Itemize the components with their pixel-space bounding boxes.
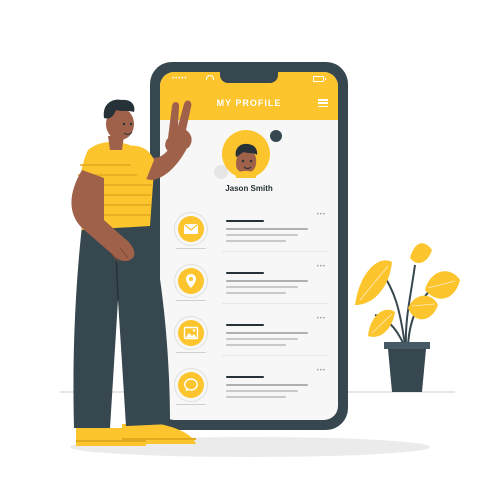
text-line bbox=[226, 384, 308, 386]
more-dots-icon[interactable]: ••• bbox=[317, 368, 326, 374]
leaf bbox=[410, 243, 432, 264]
text-line bbox=[226, 272, 264, 274]
row-divider bbox=[222, 355, 328, 356]
wifi-icon bbox=[206, 75, 214, 80]
list-item[interactable]: ••• bbox=[160, 362, 338, 408]
plant-pot bbox=[388, 349, 426, 392]
leaf bbox=[408, 295, 438, 320]
plant-illustration bbox=[355, 243, 460, 392]
list-item[interactable]: ••• bbox=[160, 206, 338, 252]
text-line bbox=[226, 220, 264, 222]
page-title: MY PROFILE bbox=[216, 98, 282, 108]
icon-underline bbox=[176, 300, 206, 301]
decorative-dot bbox=[270, 130, 282, 142]
text-line bbox=[226, 234, 298, 236]
more-dots-icon[interactable]: ••• bbox=[317, 264, 326, 270]
avatar-face-icon bbox=[235, 143, 258, 178]
signal-dots-icon: ••••• bbox=[172, 76, 188, 82]
mail-icon[interactable] bbox=[178, 216, 204, 242]
text-line bbox=[226, 292, 286, 294]
text-line bbox=[226, 338, 298, 340]
plant-pot-rim bbox=[384, 342, 430, 349]
phone-mockup: ••••• MY PROFILE Jason Smith ••• ••• •••… bbox=[150, 62, 348, 430]
text-line bbox=[226, 240, 286, 242]
image-icon[interactable] bbox=[178, 320, 204, 346]
hamburger-menu-icon[interactable] bbox=[318, 99, 328, 108]
avatar[interactable] bbox=[222, 130, 270, 178]
text-line bbox=[226, 344, 286, 346]
floor-shadow bbox=[70, 437, 430, 457]
text-line bbox=[226, 376, 264, 378]
row-divider bbox=[222, 303, 328, 304]
list-item[interactable]: ••• bbox=[160, 258, 338, 304]
text-line bbox=[226, 390, 298, 392]
location-pin-icon[interactable] bbox=[178, 268, 204, 294]
battery-icon bbox=[313, 76, 326, 82]
list-item[interactable]: ••• bbox=[160, 310, 338, 356]
illustration-scene: ••••• MY PROFILE Jason Smith ••• ••• •••… bbox=[0, 0, 500, 500]
leaf bbox=[355, 260, 392, 305]
text-line bbox=[226, 332, 308, 334]
text-line bbox=[226, 228, 308, 230]
more-dots-icon[interactable]: ••• bbox=[317, 212, 326, 218]
phone-notch bbox=[220, 72, 278, 83]
icon-underline bbox=[176, 352, 206, 353]
icon-underline bbox=[176, 248, 206, 249]
icon-underline bbox=[176, 404, 206, 405]
chat-bubble-icon[interactable] bbox=[178, 372, 204, 398]
profile-name: Jason Smith bbox=[225, 184, 273, 193]
text-line bbox=[226, 324, 264, 326]
text-line bbox=[226, 286, 298, 288]
row-divider bbox=[222, 251, 328, 252]
more-dots-icon[interactable]: ••• bbox=[317, 316, 326, 322]
leaf bbox=[425, 271, 460, 299]
text-line bbox=[226, 396, 286, 398]
phone-screen: ••••• MY PROFILE Jason Smith ••• ••• •••… bbox=[160, 72, 338, 420]
text-line bbox=[226, 280, 308, 282]
